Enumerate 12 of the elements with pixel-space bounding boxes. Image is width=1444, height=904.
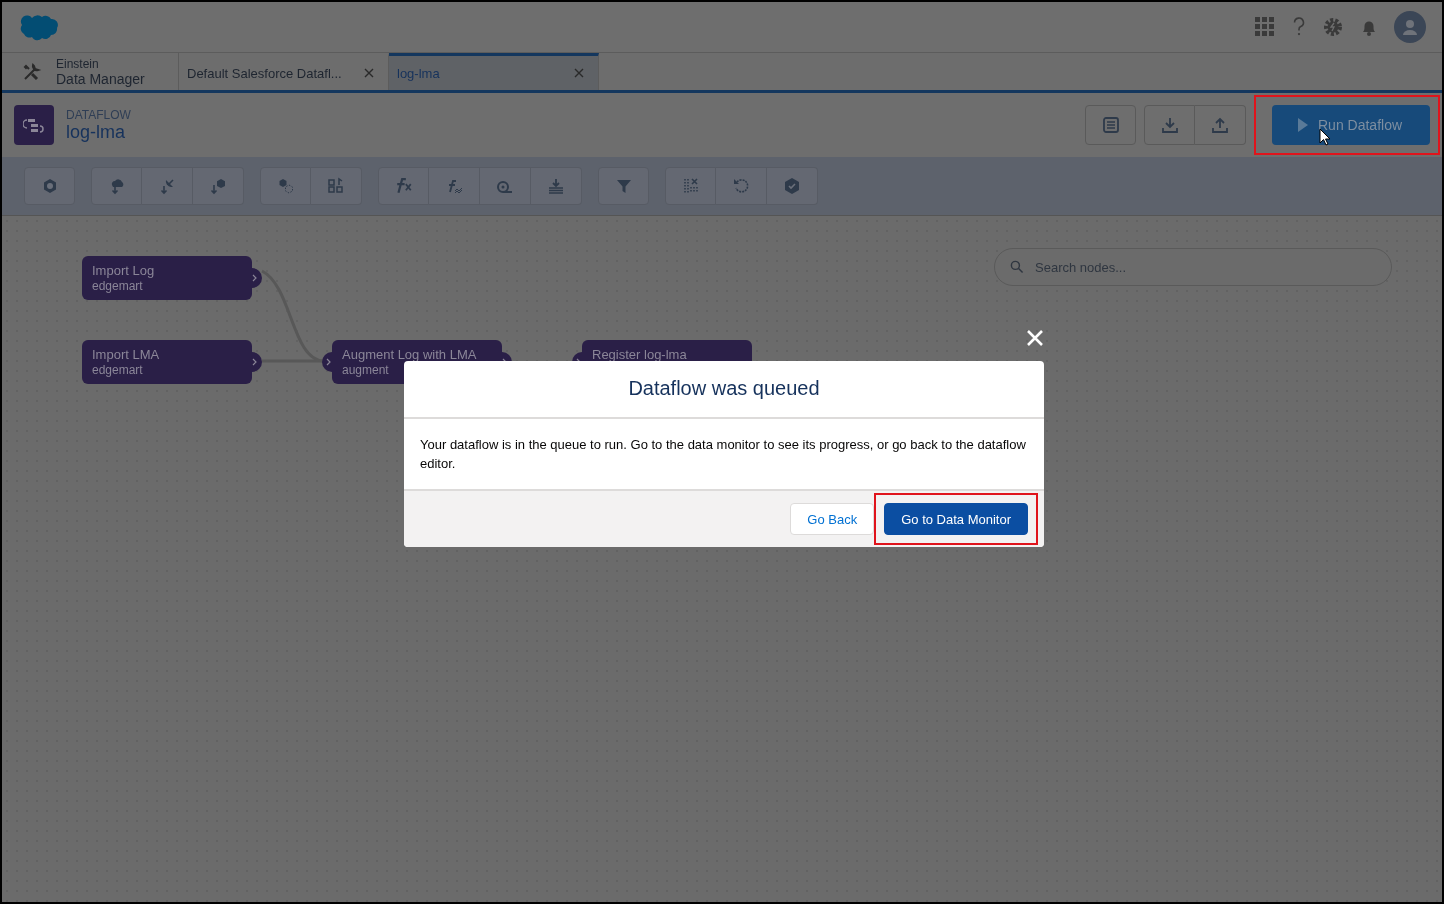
app-name: Einstein [56,56,100,71]
node-title: Register log-lma [592,346,688,363]
app-name: Data Manager [56,70,145,87]
modal-title: Dataflow was queued [404,361,1044,419]
modal-message: Your dataflow is in the queue to run. Go to the data monitor to see its progress, or go back to the dataflow editor. [419,436,1027,473]
node-title: Import Log [92,262,156,279]
node-type: augment [342,363,390,378]
node-type: edgemart [92,363,144,378]
object-type-label: DATAFLOW [66,107,131,122]
dataflow-title: log-lma [66,121,127,143]
node-type: edgemart [92,279,144,294]
node-title: Import LMA [92,346,161,363]
